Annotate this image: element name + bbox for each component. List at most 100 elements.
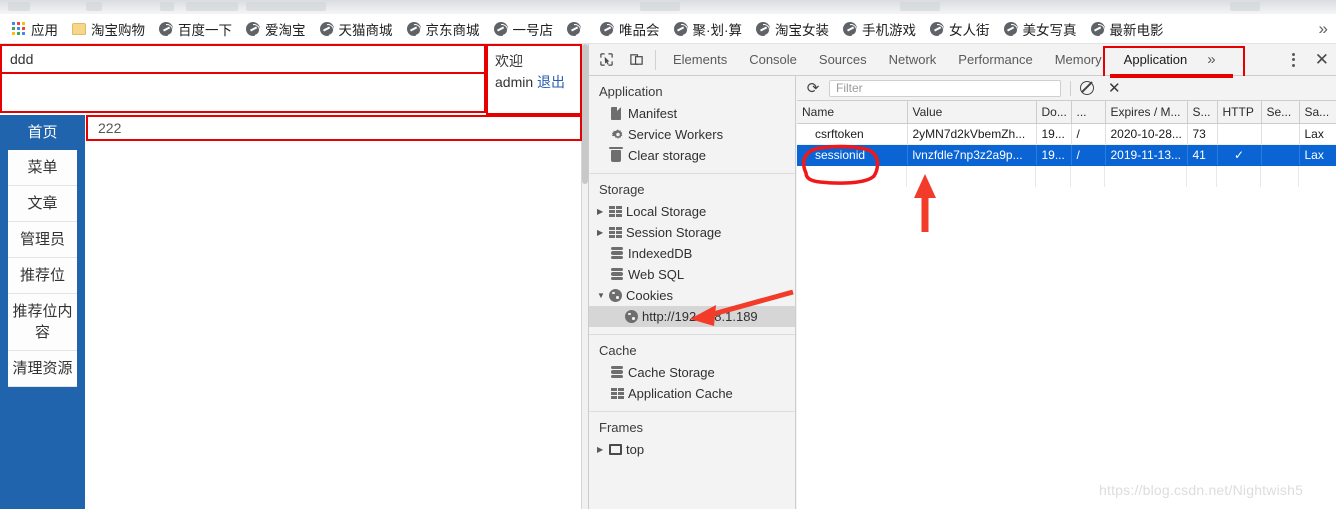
tree-item-local-storage[interactable]: ▶ Local Storage	[589, 201, 795, 222]
cell-name[interactable]: csrftoken	[797, 123, 908, 145]
sidebar-item-recommend-slot[interactable]: 推荐位	[8, 258, 77, 294]
refresh-icon[interactable]: ⟳	[803, 79, 823, 97]
cell-expires[interactable]: 2019-11-13...	[1105, 144, 1188, 166]
page-top-input[interactable]: ddd	[0, 44, 486, 74]
devtools-menu-kebab-icon[interactable]	[1285, 49, 1303, 71]
tree-item-application-cache[interactable]: Application Cache	[589, 383, 795, 404]
cell-httponly[interactable]: ✓	[1217, 144, 1262, 166]
page-sidebar[interactable]: 首页 菜单 文章 管理员 推荐位 推荐位内容 清理资源	[0, 115, 85, 509]
bookmark-juhuasuan[interactable]: 聚·划·算	[668, 17, 749, 41]
table-row[interactable]: csrftoken 2yMN7d2kVbemZh... 19... / 2020…	[797, 123, 1336, 145]
cell-expires[interactable]: 2020-10-28...	[1105, 123, 1188, 145]
page-content-value[interactable]: 222	[86, 115, 582, 141]
column-header-size[interactable]: S...	[1187, 101, 1218, 124]
column-header-expires[interactable]: Expires / M...	[1105, 101, 1188, 124]
cell-size[interactable]: 73	[1187, 123, 1218, 145]
clear-all-cookies-icon[interactable]	[1080, 81, 1094, 95]
bookmarks-bar[interactable]: 应用 淘宝购物 百度一下 爱淘宝 天猫商城 京东商城 一号店 唯品会 聚·划·算…	[0, 14, 1336, 44]
tree-item-service-workers[interactable]: Service Workers	[589, 124, 795, 145]
toggle-device-toolbar-icon[interactable]	[623, 48, 649, 72]
tab-network[interactable]: Network	[878, 44, 948, 76]
cell-samesite[interactable]: Lax	[1299, 123, 1336, 145]
tab-memory[interactable]: Memory	[1044, 44, 1113, 76]
cookie-table-toolbar[interactable]: ⟳ Filter ✕	[797, 74, 1336, 101]
chevron-right-icon[interactable]: ▶	[597, 228, 609, 237]
devtools-tabbar[interactable]: Elements Console Sources Network Perform…	[589, 44, 1336, 76]
column-header-secure[interactable]: Se...	[1261, 101, 1300, 124]
chevron-right-icon[interactable]: ▶	[597, 207, 609, 216]
bookmark-latest-movies[interactable]: 最新电影	[1085, 17, 1170, 41]
cell-secure[interactable]	[1261, 144, 1300, 166]
cell-name[interactable]: sessionid	[797, 144, 908, 166]
bookmark-jd[interactable]: 京东商城	[401, 17, 486, 41]
bookmark-baidu[interactable]: 百度一下	[153, 17, 238, 41]
table-row[interactable]: sessionid lvnzfdle7np3z2a9p... 19... / 2…	[797, 144, 1336, 166]
tree-item-label: top	[626, 442, 645, 457]
column-header-value[interactable]: Value	[907, 101, 1037, 124]
bookmarks-overflow-chevron-icon[interactable]: »	[1319, 19, 1328, 39]
bookmark-taobao-women[interactable]: 淘宝女装	[750, 17, 835, 41]
column-header-domain[interactable]: Do...	[1036, 101, 1072, 124]
tab-sources[interactable]: Sources	[808, 44, 878, 76]
tree-item-cookies[interactable]: ▼ Cookies	[589, 285, 795, 306]
column-header-name[interactable]: Name	[797, 101, 908, 124]
tree-item-session-storage[interactable]: ▶ Session Storage	[589, 222, 795, 243]
column-header-path[interactable]: ...	[1071, 101, 1106, 124]
cell-secure[interactable]	[1261, 123, 1300, 145]
cookie-table-header-row[interactable]: Name Value Do... ... Expires / M... S...…	[797, 101, 1336, 124]
bookmark-vip[interactable]: 唯品会	[594, 17, 666, 41]
sidebar-item-home[interactable]: 首页	[0, 115, 85, 150]
inspect-element-icon[interactable]	[593, 48, 619, 72]
bookmark-aitaobao[interactable]: 爱淘宝	[240, 17, 312, 41]
bookmark-yihaodian[interactable]: 一号店	[488, 17, 560, 41]
more-tabs-chevron-icon[interactable]: »	[1198, 44, 1224, 76]
tree-item-cookie-origin[interactable]: http://192.168.1.189	[589, 306, 795, 327]
tree-item-cache-storage[interactable]: Cache Storage	[589, 362, 795, 383]
sidebar-item-menu[interactable]: 菜单	[8, 150, 77, 186]
cell-domain[interactable]: 19...	[1036, 123, 1072, 145]
cell-value[interactable]: lvnzfdle7np3z2a9p...	[907, 144, 1037, 166]
column-header-httponly[interactable]: HTTP	[1217, 101, 1262, 124]
cell-size[interactable]: 41	[1187, 144, 1218, 166]
bookmark-tmall[interactable]: 天猫商城	[314, 17, 399, 41]
devtools-panel: Elements Console Sources Network Perform…	[588, 44, 1336, 509]
filter-input[interactable]: Filter	[829, 79, 1061, 97]
tab-console[interactable]: Console	[738, 44, 808, 76]
tree-item-indexeddb[interactable]: IndexedDB	[589, 243, 795, 264]
bookmark-nvrenjie[interactable]: 女人街	[924, 17, 996, 41]
chevron-down-icon[interactable]: ▼	[597, 291, 609, 300]
sidebar-item-clean-resources[interactable]: 清理资源	[8, 351, 77, 387]
cell-path[interactable]: /	[1071, 123, 1106, 145]
globe-icon	[673, 21, 688, 36]
tab-performance[interactable]: Performance	[947, 44, 1043, 76]
cell-value[interactable]: 2yMN7d2kVbemZh...	[907, 123, 1037, 145]
cell-httponly[interactable]	[1217, 123, 1262, 145]
cell-path[interactable]: /	[1071, 144, 1106, 166]
group-title-application: Application	[599, 84, 663, 99]
bookmark-taobao-shopping[interactable]: 淘宝购物	[66, 17, 151, 41]
bookmark-apps[interactable]: 应用	[6, 17, 64, 41]
clear-filtered-cookies-icon[interactable]: ✕	[1108, 81, 1121, 96]
tree-item-clear-storage[interactable]: Clear storage	[589, 145, 795, 166]
close-devtools-icon[interactable]: ✕	[1315, 51, 1329, 68]
sidebar-item-admin[interactable]: 管理员	[8, 222, 77, 258]
logout-link[interactable]: 退出	[537, 74, 565, 90]
tree-item-manifest[interactable]: Manifest	[589, 103, 795, 124]
application-sidebar[interactable]: Application Manifest Service Workers Cle…	[589, 76, 796, 509]
welcome-user-row: admin 退出	[495, 72, 573, 93]
column-header-samesite[interactable]: Sa...	[1299, 101, 1336, 124]
tree-item-web-sql[interactable]: Web SQL	[589, 264, 795, 285]
bookmark-unnamed[interactable]	[561, 17, 592, 41]
bookmark-mobile-games[interactable]: 手机游戏	[837, 17, 922, 41]
sidebar-item-recommend-content[interactable]: 推荐位内容	[8, 294, 77, 351]
cell-domain[interactable]: 19...	[1036, 144, 1072, 166]
tab-application[interactable]: Application	[1113, 44, 1199, 76]
sidebar-item-article[interactable]: 文章	[8, 186, 77, 222]
chevron-right-icon[interactable]: ▶	[597, 445, 609, 454]
bookmark-meinvxiezhen[interactable]: 美女写真	[998, 17, 1083, 41]
tree-item-top-frame[interactable]: ▶ top	[589, 439, 795, 460]
bookmark-label: 爱淘宝	[265, 22, 306, 38]
cell-samesite[interactable]: Lax	[1299, 144, 1336, 166]
tab-elements[interactable]: Elements	[662, 44, 738, 76]
cookie-table[interactable]: Name Value Do... ... Expires / M... S...…	[797, 101, 1336, 166]
